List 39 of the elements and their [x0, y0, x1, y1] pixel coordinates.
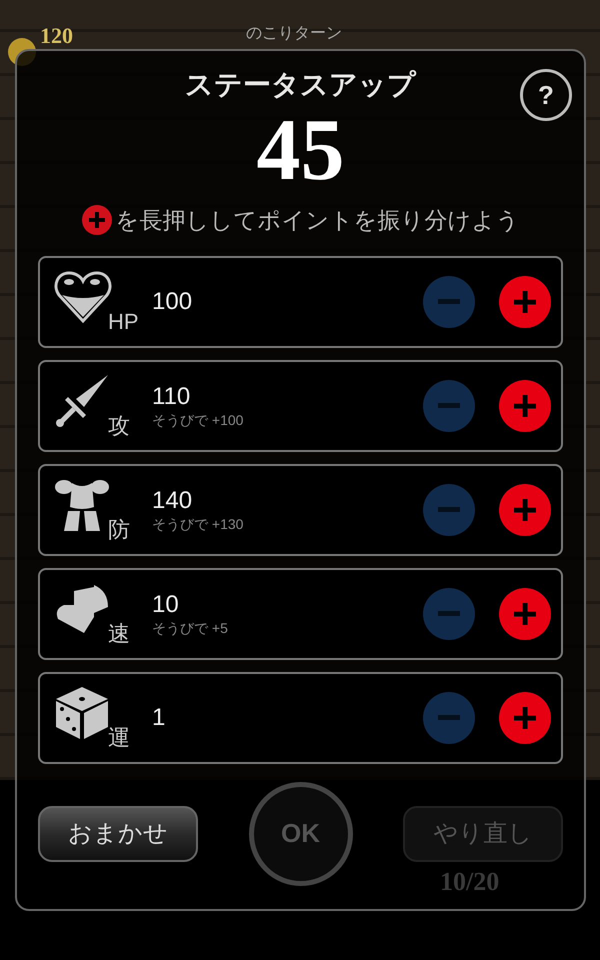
plus-button[interactable] — [499, 276, 551, 328]
equipment-bonus: そうびで +100 — [152, 410, 244, 428]
plus-icon — [513, 498, 537, 522]
plus-icon — [82, 205, 112, 236]
minus-icon — [438, 507, 460, 512]
coin-count: 120 — [40, 24, 73, 48]
help-button[interactable]: ? — [520, 69, 572, 121]
dialog-title: ステータスアップ — [185, 68, 416, 102]
minus-icon — [438, 611, 460, 616]
minus-icon — [438, 403, 460, 408]
stat-value: 110 — [152, 382, 192, 410]
plus-button[interactable] — [499, 692, 551, 744]
stat-label: 攻 — [108, 412, 130, 440]
plus-button[interactable] — [499, 484, 551, 536]
stat-value: 100 — [152, 288, 194, 316]
stat-value: 1 — [152, 704, 166, 732]
plus-icon — [513, 394, 537, 418]
stat-label: 運 — [108, 724, 130, 752]
stat-label: 速 — [108, 620, 130, 648]
turns-label: のこりターン — [246, 24, 342, 44]
stat-value: 10 — [152, 590, 180, 618]
boot-icon — [54, 582, 110, 634]
equipment-bonus: そうびで +5 — [152, 618, 229, 636]
plus-icon — [513, 706, 537, 730]
stat-value: 140 — [152, 486, 194, 514]
minus-icon — [438, 299, 460, 304]
hint-text: を長押ししてポイントを振り分けよう — [116, 206, 520, 235]
minus-icon — [438, 715, 460, 720]
equipment-bonus: そうびで +130 — [152, 514, 244, 532]
plus-icon — [513, 290, 537, 314]
dice-icon — [54, 684, 110, 740]
plus-button[interactable] — [499, 588, 551, 640]
sword-icon — [54, 372, 110, 428]
plus-button[interactable] — [499, 380, 551, 432]
stat-label: HP — [108, 308, 139, 336]
stat-label: 防 — [108, 516, 130, 544]
auto-assign-button[interactable]: おまかせ — [38, 806, 198, 862]
points-remaining: 45 — [256, 103, 344, 199]
plus-icon — [513, 602, 537, 626]
